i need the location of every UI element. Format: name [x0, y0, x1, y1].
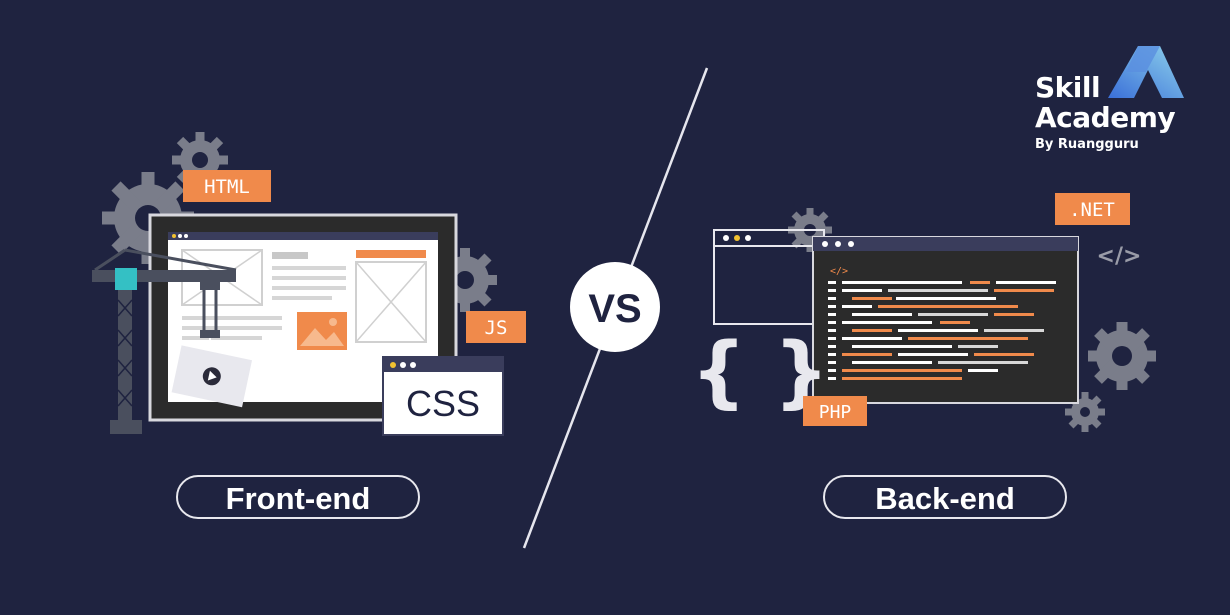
backend-label: Back-end — [823, 475, 1067, 519]
brand-byline: By Ruangguru — [1035, 137, 1139, 152]
brand-line-2: Academy — [1035, 101, 1176, 134]
banner: VS HTML JS CSS </> {} </> .NET PHP Skil… — [0, 0, 1230, 615]
gear-icon-large-right — [1088, 322, 1156, 390]
html-tag-label: HTML — [204, 176, 250, 198]
vs-label: VS — [588, 287, 641, 331]
code-header: </> — [830, 266, 848, 277]
brand-line-1: Skill — [1035, 71, 1101, 104]
frontend-label: Front-end — [176, 475, 420, 519]
code-tag-icon: </> — [1097, 244, 1142, 269]
php-tag-label: PHP — [819, 402, 852, 423]
brand-text: Skill Academy By Ruangguru — [1035, 71, 1176, 155]
net-tag-label: .NET — [1069, 199, 1115, 221]
css-label: CSS — [406, 383, 480, 424]
js-tag-label: JS — [485, 317, 508, 339]
